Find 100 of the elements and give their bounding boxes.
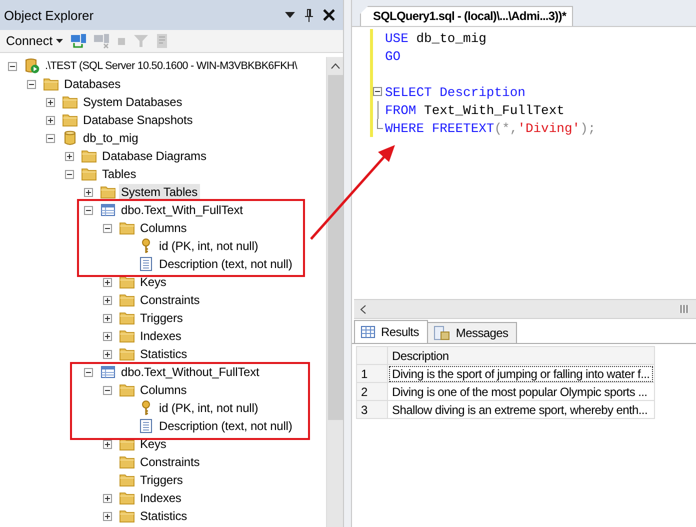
expand-icon[interactable]: [103, 296, 112, 304]
pin-icon[interactable]: [304, 8, 314, 22]
tree-item[interactable]: id (PK, int, not null): [157, 238, 260, 254]
expand-icon[interactable]: [103, 494, 112, 502]
folder-icon: [119, 472, 135, 488]
expand-icon[interactable]: [84, 188, 93, 196]
tree-item[interactable]: Database Diagrams: [100, 148, 208, 164]
tree-item[interactable]: dbo.Text_Without_FullText: [119, 364, 262, 380]
collapse-icon[interactable]: [373, 87, 382, 96]
results-tab[interactable]: Results: [354, 320, 428, 343]
expand-icon[interactable]: [103, 332, 112, 340]
row-number: 2: [356, 382, 388, 400]
dropdown-icon[interactable]: [285, 11, 295, 19]
tree-item[interactable]: Databases: [62, 76, 122, 92]
server-icon: [24, 58, 40, 74]
column-icon: [138, 256, 154, 272]
caret-icon: [56, 39, 63, 43]
column-icon: [138, 418, 154, 434]
tree-item[interactable]: Statistics: [138, 508, 190, 524]
vertical-scrollbar[interactable]: [326, 57, 343, 527]
database-icon: [62, 130, 78, 146]
close-icon[interactable]: [323, 9, 335, 21]
scrollbar-thumb[interactable]: [328, 75, 342, 420]
collapse-icon[interactable]: [27, 80, 36, 88]
table-cell[interactable]: Diving is one of the most popular Olympic sports ...: [388, 382, 654, 400]
tree-item[interactable]: Indexes: [138, 328, 184, 344]
tree-item[interactable]: Tables: [100, 166, 138, 182]
table-cell[interactable]: Shallow diving is an extreme sport, whereby enth...: [388, 400, 654, 418]
panel-title: Object Explorer: [4, 8, 94, 22]
tree-item[interactable]: Indexes: [138, 490, 184, 506]
results-tab[interactable]: Messages: [426, 322, 518, 343]
fold-end-icon: [377, 119, 383, 129]
folder-icon: [119, 292, 135, 308]
column-header[interactable]: Description: [388, 346, 654, 364]
tree-item[interactable]: System Databases: [81, 94, 184, 110]
folder-icon: [119, 220, 135, 236]
folder-icon: [119, 274, 135, 290]
folder-icon: [119, 346, 135, 362]
tree-item[interactable]: System Tables: [119, 184, 200, 200]
tree-item[interactable]: Triggers: [138, 472, 185, 488]
document-tab[interactable]: SQLQuery1.sql - (local)\...\Admi...3))*: [360, 6, 574, 26]
row-number: 3: [356, 400, 388, 418]
tree-item[interactable]: Statistics: [138, 346, 190, 362]
expand-icon[interactable]: [103, 350, 112, 358]
tree-item[interactable]: dbo.Text_With_FullText: [119, 202, 245, 218]
folder-icon: [62, 112, 78, 128]
expand-icon[interactable]: [103, 314, 112, 322]
table-icon: [100, 202, 116, 218]
folder-icon: [119, 328, 135, 344]
collapse-icon[interactable]: [8, 62, 17, 70]
collapse-icon[interactable]: [46, 134, 55, 142]
folder-icon: [81, 148, 97, 164]
expand-icon[interactable]: [103, 440, 112, 448]
collapse-icon[interactable]: [84, 368, 93, 376]
folder-icon: [100, 184, 116, 200]
code-line: WHERE FREETEXT(*,'Diving');: [385, 120, 596, 136]
scroll-up-icon[interactable]: [330, 63, 340, 69]
tree-item[interactable]: Constraints: [138, 292, 202, 308]
tree-item[interactable]: Database Snapshots: [81, 112, 195, 128]
folder-icon: [81, 166, 97, 182]
tree-item[interactable]: Constraints: [138, 454, 202, 470]
folder-icon: [119, 382, 135, 398]
expand-icon[interactable]: [65, 152, 74, 160]
tree-item[interactable]: Keys: [138, 274, 168, 290]
tree-item[interactable]: Columns: [138, 382, 189, 398]
tree-item[interactable]: Description (text, not null): [157, 418, 294, 434]
folder-icon: [62, 94, 78, 110]
connect-object-icon[interactable]: [70, 33, 88, 49]
messages-icon: [434, 326, 450, 340]
tree-item[interactable]: Description (text, not null): [157, 256, 294, 272]
row-number: 1: [356, 364, 388, 382]
code-line: SELECT Description: [385, 84, 526, 100]
tree-item[interactable]: db_to_mig: [81, 130, 140, 146]
table-icon: [100, 364, 116, 380]
collapse-icon[interactable]: [103, 224, 112, 232]
folder-icon: [43, 76, 59, 92]
horizontal-scrollbar[interactable]: [354, 299, 696, 319]
code-line: USE db_to_mig: [385, 30, 486, 46]
tree-item[interactable]: Triggers: [138, 310, 185, 326]
expand-icon[interactable]: [103, 278, 112, 286]
tree-item[interactable]: Keys: [138, 436, 168, 452]
expand-icon[interactable]: [103, 512, 112, 520]
tree-item[interactable]: .\TEST (SQL Server 10.50.1600 - WIN-M3VBKBK6FKH\: [43, 59, 300, 73]
fold-guide-icon: [376, 101, 378, 119]
grid-icon: [361, 326, 375, 338]
scrollbar-grip-icon: [680, 305, 688, 313]
expand-icon[interactable]: [46, 98, 55, 106]
collapse-icon[interactable]: [65, 170, 74, 178]
tree-item[interactable]: Columns: [138, 220, 189, 236]
folder-icon: [119, 490, 135, 506]
folder-icon: [119, 310, 135, 326]
tree-item[interactable]: id (PK, int, not null): [157, 400, 260, 416]
code-line: FROM Text_With_FullText: [385, 102, 564, 118]
scroll-left-icon[interactable]: [360, 304, 366, 314]
collapse-icon[interactable]: [84, 206, 93, 214]
collapse-icon[interactable]: [103, 386, 112, 394]
table-cell[interactable]: Diving is the sport of jumping or falling into water f...: [388, 364, 654, 382]
expand-icon[interactable]: [46, 116, 55, 124]
code-line: GO: [385, 48, 401, 64]
connect-button[interactable]: Connect: [4, 34, 65, 48]
